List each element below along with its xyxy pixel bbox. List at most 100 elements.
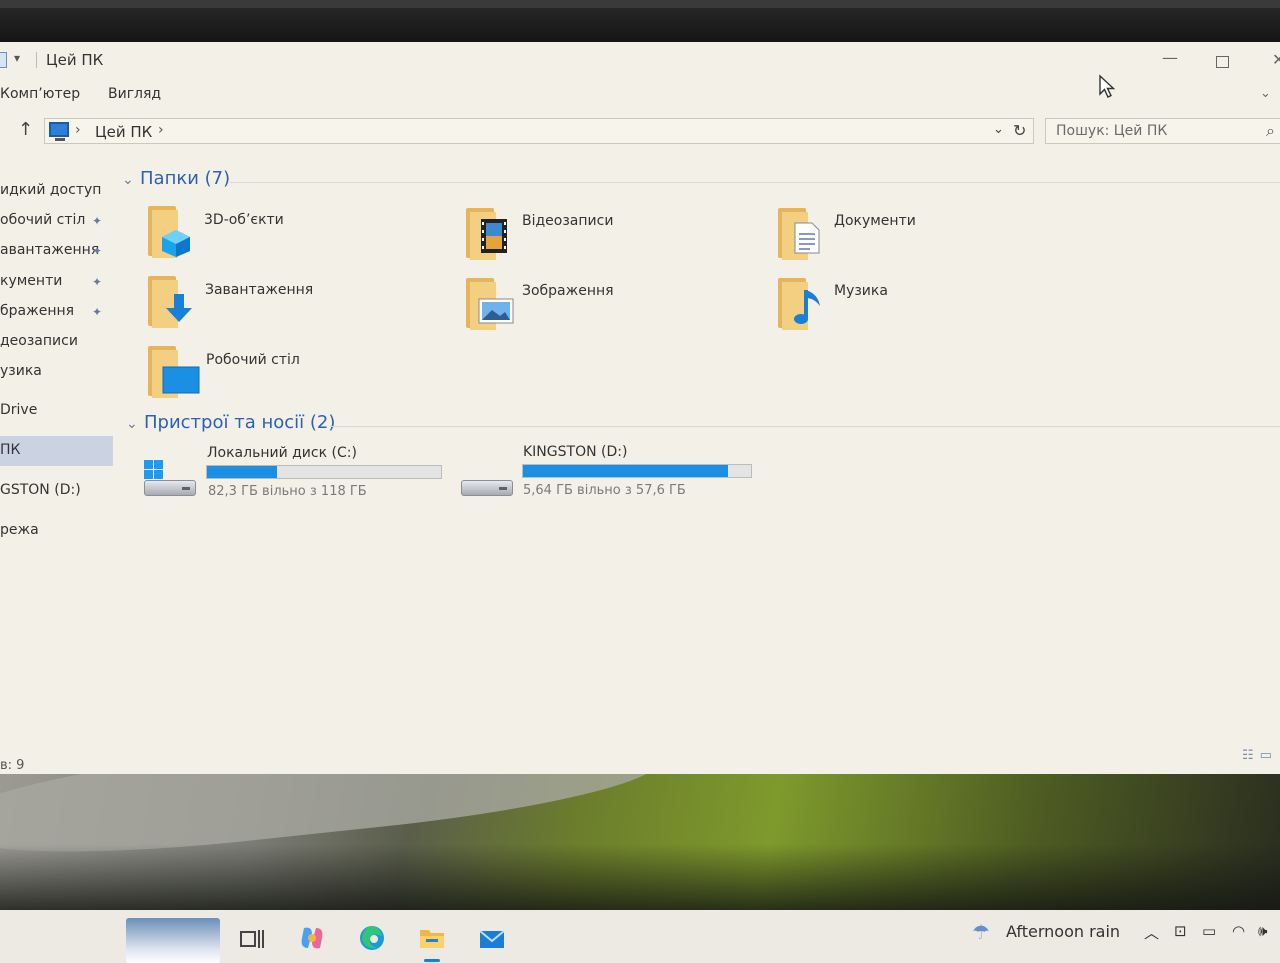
folder-documents[interactable] bbox=[778, 208, 824, 260]
nav-item-this-pc[interactable]: ПК bbox=[0, 442, 20, 458]
folder-label: Зображення bbox=[522, 283, 614, 299]
section-divider bbox=[330, 426, 1280, 427]
address-history-chevron-icon[interactable]: ⌄ bbox=[993, 122, 1004, 137]
window-title: Цей ПК bbox=[46, 51, 104, 69]
monitor-bezel bbox=[0, 0, 1280, 44]
this-pc-stand bbox=[55, 138, 65, 141]
folder-pictures[interactable] bbox=[466, 278, 514, 330]
bezel-edge bbox=[0, 0, 1280, 8]
view-toggle-details-icon[interactable]: ☷▭ bbox=[1242, 748, 1278, 763]
status-bar-item-count: в: 9 bbox=[0, 758, 25, 773]
running-app-indicator bbox=[424, 959, 440, 962]
nav-item-onedrive[interactable]: Drive bbox=[0, 402, 37, 418]
nav-item-documents[interactable]: кументи bbox=[0, 273, 62, 289]
copilot-icon[interactable] bbox=[298, 924, 326, 952]
title-separator bbox=[36, 52, 37, 68]
folder-3d-objects[interactable] bbox=[148, 206, 194, 258]
quick-access-properties-icon[interactable] bbox=[0, 52, 7, 68]
drive-c-usage-bar bbox=[206, 465, 442, 479]
nav-item-music[interactable]: узика bbox=[0, 363, 42, 379]
close-button[interactable]: ✕ bbox=[1272, 50, 1280, 69]
nav-item-desktop[interactable]: обочий стіл bbox=[0, 212, 85, 228]
volume-icon[interactable]: 🕪 bbox=[1258, 922, 1267, 940]
show-hidden-icons-chevron-icon[interactable]: ︿ bbox=[1144, 922, 1159, 943]
nav-item-videos[interactable]: деозаписи bbox=[0, 333, 78, 349]
task-view-icon[interactable] bbox=[238, 924, 266, 952]
drive-d-usage-bar bbox=[522, 464, 752, 478]
search-icon[interactable]: ⌕ bbox=[1266, 121, 1275, 141]
navigation-pane: идкий доступ обочий стіл ✦ авантаження ✦… bbox=[0, 162, 116, 762]
taskbar: ☂ Afternoon rain ︿ ⊡ ▭ ◠ 🕪 bbox=[0, 910, 1280, 963]
collapse-chevron-icon[interactable]: ⌄ bbox=[126, 416, 138, 432]
search-placeholder: Пошук: Цей ПК bbox=[1056, 123, 1168, 139]
mail-icon[interactable] bbox=[478, 924, 506, 952]
pin-icon: ✦ bbox=[92, 305, 103, 319]
edge-browser-icon[interactable] bbox=[358, 924, 386, 952]
folder-label: 3D-об’єкти bbox=[204, 212, 284, 228]
folders-section-heading[interactable]: Папки (7) bbox=[140, 168, 230, 189]
breadcrumb-chevron-icon[interactable]: › bbox=[158, 122, 164, 138]
desktop-icon bbox=[162, 366, 200, 394]
folder-label: Музика bbox=[834, 283, 888, 299]
search-input[interactable]: Пошук: Цей ПК ⌕ bbox=[1045, 118, 1280, 144]
tab-computer[interactable]: Комп’ютер bbox=[0, 86, 80, 102]
picture-icon bbox=[478, 298, 514, 324]
folder-downloads[interactable] bbox=[148, 276, 194, 328]
nav-item-kingston[interactable]: GSTON (D:) bbox=[0, 482, 81, 498]
nav-item-quick-access[interactable]: идкий доступ bbox=[0, 182, 101, 198]
file-explorer-icon[interactable] bbox=[418, 924, 446, 952]
drive-d-icon[interactable] bbox=[461, 472, 515, 498]
up-arrow-icon[interactable]: ↑ bbox=[18, 119, 33, 140]
pin-icon: ✦ bbox=[92, 214, 103, 228]
minimize-button[interactable]: — bbox=[1162, 48, 1178, 67]
folder-music[interactable] bbox=[778, 278, 824, 330]
film-icon bbox=[481, 219, 507, 253]
folder-videos[interactable] bbox=[466, 208, 512, 260]
wifi-icon[interactable]: ◠ bbox=[1232, 922, 1245, 940]
wallpaper-shadow bbox=[0, 844, 1280, 910]
download-arrow-icon bbox=[166, 294, 192, 322]
folder-label: Завантаження bbox=[205, 282, 314, 298]
nav-item-network[interactable]: режа bbox=[0, 522, 39, 538]
weather-label[interactable]: Afternoon rain bbox=[1006, 922, 1120, 941]
folder-desktop[interactable] bbox=[148, 346, 200, 398]
tab-view[interactable]: Вигляд bbox=[108, 86, 161, 102]
meet-camera-icon[interactable]: ⊡ bbox=[1174, 922, 1187, 940]
battery-icon[interactable]: ▭ bbox=[1202, 922, 1216, 940]
drive-d-usage-fill bbox=[523, 465, 729, 477]
maximize-button[interactable] bbox=[1216, 56, 1229, 68]
pin-icon: ✦ bbox=[92, 244, 103, 258]
navigation-bar: ↑ › Цей ПК › ⌄ ↻ Пошук: Цей ПК ⌕ bbox=[0, 114, 1280, 148]
breadcrumb-chevron-icon[interactable]: › bbox=[75, 122, 81, 138]
drive-c-free-space: 82,3 ГБ вільно з 118 ГБ bbox=[208, 484, 367, 499]
folder-label: Робочий стіл bbox=[206, 352, 300, 368]
devices-section-heading[interactable]: Пристрої та носії (2) bbox=[144, 412, 335, 433]
collapse-chevron-icon[interactable]: ⌄ bbox=[122, 172, 134, 188]
nav-item-pictures[interactable]: браження bbox=[0, 303, 74, 319]
nav-item-downloads[interactable]: авантаження bbox=[0, 242, 99, 258]
section-divider bbox=[230, 182, 1280, 183]
desktop-wallpaper bbox=[0, 774, 1280, 910]
folder-label: Документи bbox=[834, 213, 916, 229]
folder-label: Відеозаписи bbox=[522, 213, 614, 229]
drive-c-name[interactable]: Локальний диск (C:) bbox=[207, 445, 357, 461]
pin-icon: ✦ bbox=[92, 275, 103, 289]
refresh-icon[interactable]: ↻ bbox=[1013, 121, 1026, 140]
windows-logo-icon bbox=[144, 460, 164, 480]
drive-c-usage-fill bbox=[207, 466, 278, 478]
drive-d-name[interactable]: KINGSTON (D:) bbox=[523, 444, 627, 460]
file-explorer-window: ▾ Цей ПК — ✕ Комп’ютер Вигляд ⌄ ↑ › Цей … bbox=[0, 42, 1280, 774]
document-icon bbox=[794, 222, 820, 254]
ribbon-tabs: Комп’ютер Вигляд ⌄ bbox=[0, 82, 1280, 110]
music-note-icon bbox=[794, 290, 820, 324]
ribbon-expand-chevron-icon[interactable]: ⌄ bbox=[1260, 86, 1271, 101]
drive-d-free-space: 5,64 ГБ вільно з 57,6 ГБ bbox=[523, 483, 686, 498]
widgets-button[interactable] bbox=[126, 918, 220, 963]
breadcrumb-this-pc[interactable]: Цей ПК bbox=[95, 123, 152, 141]
rain-cloud-icon[interactable]: ☂ bbox=[972, 920, 990, 944]
title-bar: ▾ Цей ПК — ✕ bbox=[0, 42, 1280, 98]
cube-icon bbox=[162, 230, 190, 257]
quick-access-dropdown-icon[interactable]: ▾ bbox=[14, 51, 20, 65]
this-pc-icon bbox=[49, 122, 69, 137]
address-bar[interactable]: › Цей ПК › ⌄ ↻ bbox=[44, 118, 1034, 144]
